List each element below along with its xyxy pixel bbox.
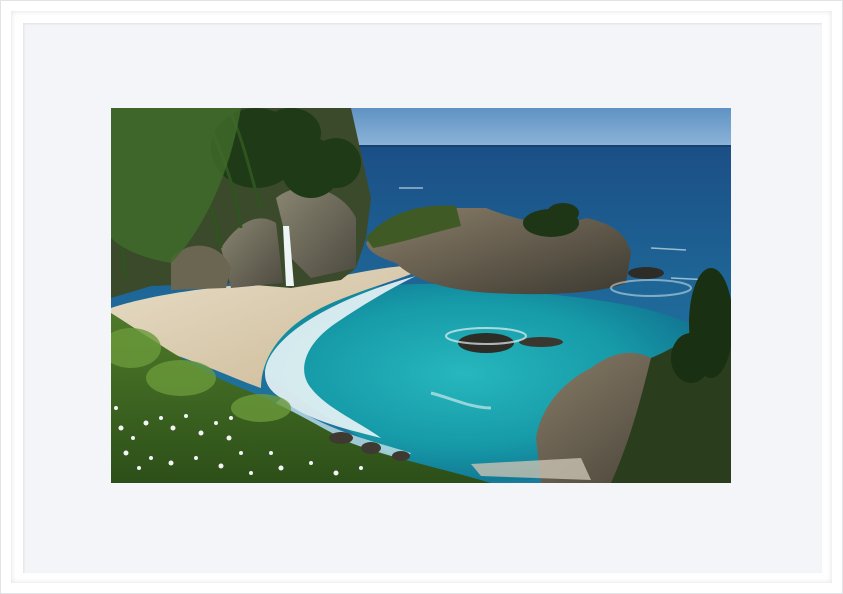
framed-photograph (111, 108, 731, 483)
picture-frame (0, 0, 843, 594)
cove-rock-3 (628, 267, 664, 279)
photo-image (111, 108, 731, 483)
